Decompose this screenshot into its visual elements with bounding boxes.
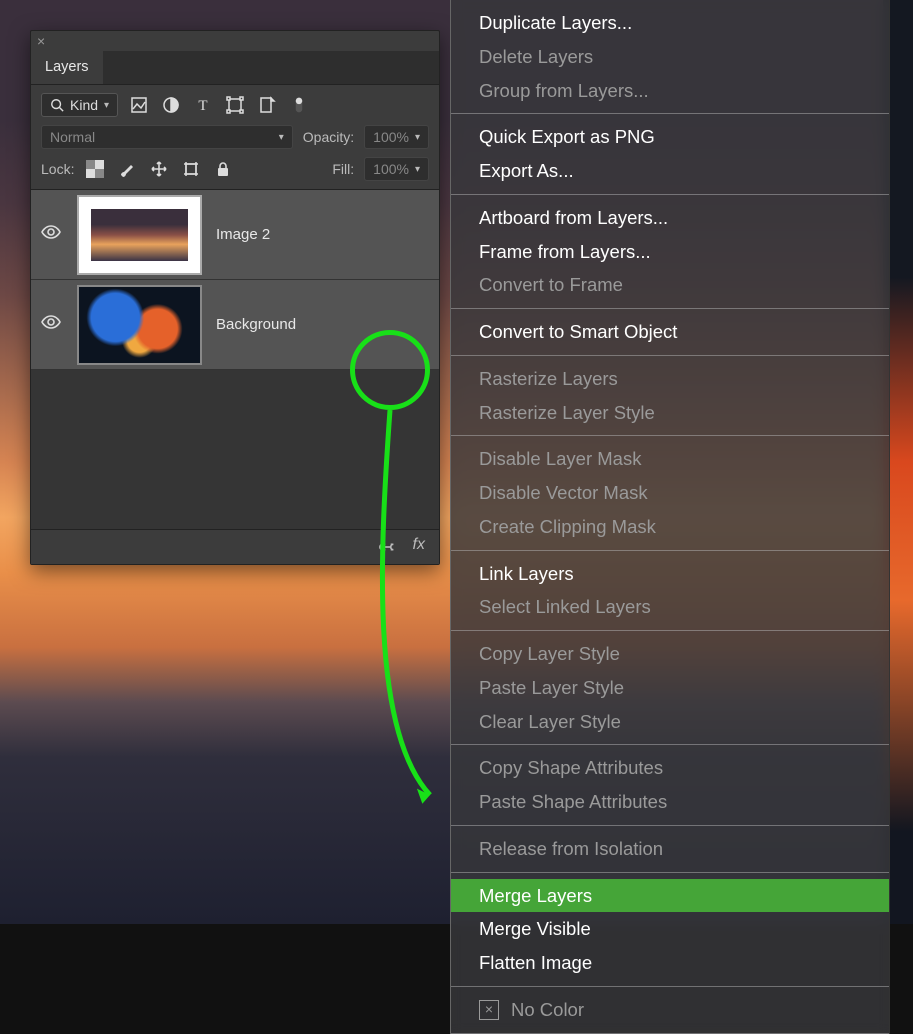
chevron-down-icon: ▾ [279, 132, 284, 143]
visibility-icon[interactable] [41, 312, 63, 337]
filter-toggle[interactable] [288, 94, 310, 116]
menu-item: Rasterize Layer Style [451, 396, 889, 430]
layer-context-menu: Duplicate Layers...Delete LayersGroup fr… [450, 0, 890, 1034]
blend-mode: Normal [50, 129, 95, 145]
menu-item: Disable Vector Mask [451, 476, 889, 510]
panel-footer: fx [31, 530, 439, 564]
menu-item: ×No Color [451, 993, 889, 1027]
fx-icon[interactable]: fx [413, 536, 425, 558]
menu-item: Paste Shape Attributes [451, 785, 889, 819]
fill-value: 100% [373, 161, 409, 177]
filter-label: Kind [70, 97, 98, 113]
menu-item[interactable]: Export As... [451, 154, 889, 188]
layers-panel: × Layers Kind ▾ T Normal ▾ Opacity: 100%… [30, 30, 440, 565]
lock-move-icon[interactable] [148, 158, 170, 180]
lock-trans-icon[interactable] [84, 158, 106, 180]
menu-item: Copy Shape Attributes [451, 751, 889, 785]
menu-item: Convert to Frame [451, 268, 889, 302]
menu-item: Delete Layers [451, 40, 889, 74]
layer-thumbnail[interactable] [77, 285, 202, 365]
menu-item[interactable]: Merge Visible [451, 912, 889, 946]
filter-kind-dropdown[interactable]: Kind ▾ [41, 93, 118, 117]
menu-item: Release from Isolation [451, 832, 889, 866]
layer-row[interactable]: Image 2 [31, 190, 439, 280]
menu-item: Paste Layer Style [451, 671, 889, 705]
filter-shape-icon[interactable] [224, 94, 246, 116]
chevron-down-icon: ▾ [415, 132, 420, 143]
filter-smart-icon[interactable] [256, 94, 278, 116]
menu-item: Create Clipping Mask [451, 510, 889, 544]
menu-item: Disable Layer Mask [451, 442, 889, 476]
menu-item[interactable]: Flatten Image [451, 946, 889, 980]
chevron-down-icon: ▾ [415, 164, 420, 175]
blend-mode-dropdown[interactable]: Normal ▾ [41, 125, 293, 149]
filter-type-icon[interactable]: T [192, 94, 214, 116]
panel-tabs: Layers [31, 51, 439, 85]
menu-item[interactable]: Frame from Layers... [451, 235, 889, 269]
svg-text:T: T [198, 98, 207, 114]
filter-adjust-icon[interactable] [160, 94, 182, 116]
layer-name[interactable]: Image 2 [216, 226, 270, 243]
opacity-value: 100% [373, 129, 409, 145]
close-icon[interactable]: × [37, 33, 45, 49]
layer-filter-row: Kind ▾ T [31, 85, 439, 125]
blend-row: Normal ▾ Opacity: 100% ▾ [31, 125, 439, 157]
opacity-dropdown[interactable]: 100% ▾ [364, 125, 429, 149]
layer-name[interactable]: Background [216, 316, 296, 333]
menu-item: Select Linked Layers [451, 590, 889, 624]
lock-label: Lock: [41, 161, 74, 177]
lock-row: Lock: Fill: 100% ▾ [31, 157, 439, 189]
menu-item: Rasterize Layers [451, 362, 889, 396]
lock-brush-icon[interactable] [116, 158, 138, 180]
nocolor-icon: × [479, 1000, 499, 1020]
fill-dropdown[interactable]: 100% ▾ [364, 157, 429, 181]
annotation-circle [350, 330, 430, 410]
lock-artboard-icon[interactable] [180, 158, 202, 180]
search-icon [50, 98, 64, 112]
layer-thumbnail[interactable] [77, 195, 202, 275]
menu-item: Group from Layers... [451, 74, 889, 108]
visibility-icon[interactable] [41, 222, 63, 247]
lock-all-icon[interactable] [212, 158, 234, 180]
menu-item[interactable]: Convert to Smart Object [451, 315, 889, 349]
panel-titlebar: × [31, 31, 439, 51]
menu-item[interactable]: Link Layers [451, 557, 889, 591]
menu-item[interactable]: Artboard from Layers... [451, 201, 889, 235]
chevron-down-icon: ▾ [104, 100, 109, 111]
menu-item[interactable]: Duplicate Layers... [451, 6, 889, 40]
menu-item: Clear Layer Style [451, 705, 889, 739]
tab-layers[interactable]: Layers [31, 51, 103, 84]
opacity-label: Opacity: [303, 129, 354, 145]
filter-pixel-icon[interactable] [128, 94, 150, 116]
menu-item[interactable]: Quick Export as PNG [451, 120, 889, 154]
fill-label: Fill: [332, 161, 354, 177]
menu-item[interactable]: Merge Layers [451, 879, 889, 913]
menu-item: Copy Layer Style [451, 637, 889, 671]
link-icon[interactable] [377, 536, 399, 558]
